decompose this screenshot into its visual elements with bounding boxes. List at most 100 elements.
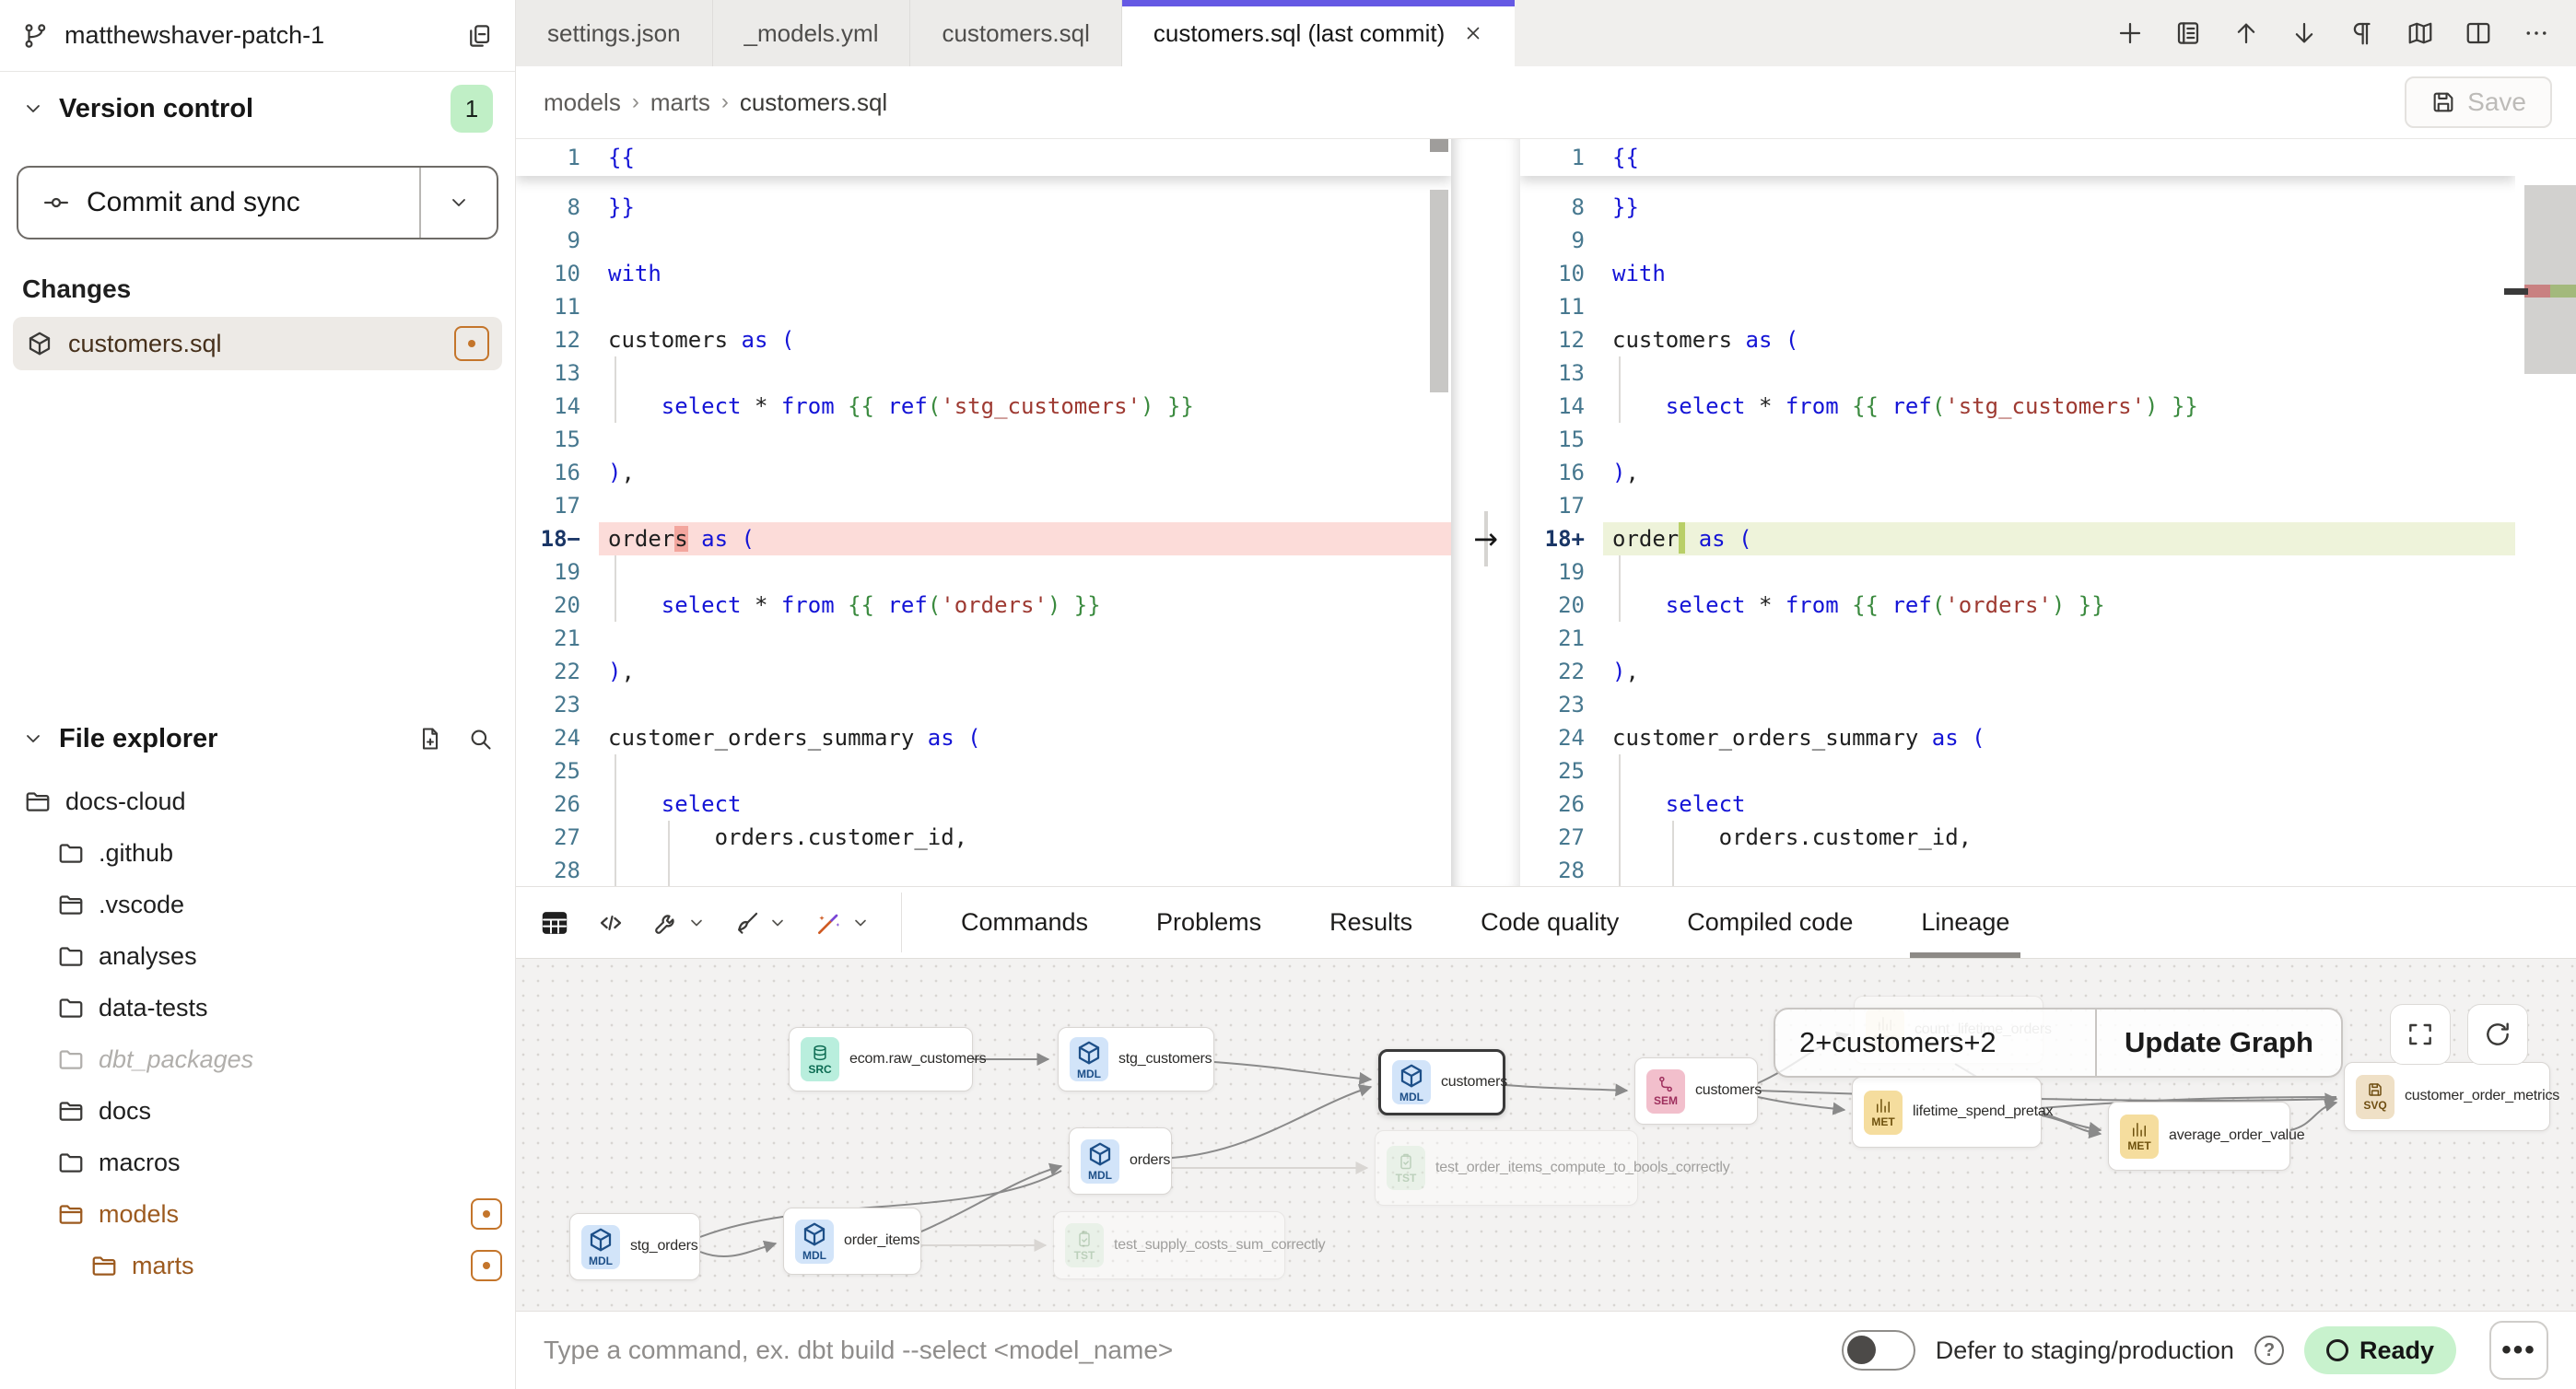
ellipsis-icon[interactable] (2523, 19, 2550, 47)
outline-icon[interactable] (2174, 19, 2202, 47)
breadcrumb-part[interactable]: customers.sql (740, 88, 887, 117)
code-line[interactable]: 13 (516, 356, 1451, 390)
code-line[interactable]: 16), (1520, 456, 2515, 489)
chevron-down-icon[interactable] (687, 914, 706, 932)
panel-tab-lineage[interactable]: Lineage (1915, 887, 2015, 958)
code-line[interactable]: 8}} (516, 191, 1451, 224)
panel-tab-compiled-code[interactable]: Compiled code (1681, 887, 1858, 958)
status-badge[interactable]: Ready (2304, 1326, 2456, 1374)
code-line[interactable]: 8}} (1520, 191, 2515, 224)
close-icon[interactable] (1463, 23, 1483, 43)
code-line[interactable]: 26 select (516, 788, 1451, 821)
lineage-selector-input[interactable]: 2+customers+2 (1775, 1026, 2095, 1059)
code-line[interactable]: 23 (516, 688, 1451, 721)
code-line[interactable]: 11 (516, 290, 1451, 323)
file-explorer-header[interactable]: File explorer (0, 713, 515, 765)
code-line[interactable]: 27 orders.customer_id, (1520, 821, 2515, 854)
dbt-copilot-icon[interactable] (814, 908, 844, 938)
code-line[interactable]: 14 select * from {{ ref('stg_customers')… (1520, 390, 2515, 423)
diff-overview-ruler[interactable] (2515, 139, 2576, 886)
lineage-node-lifetime_spend_pretax[interactable]: METlifetime_spend_pretax (1852, 1077, 2042, 1148)
code-line[interactable]: 12customers as ( (516, 323, 1451, 356)
command-input[interactable]: Type a command, ex. dbt build --select <… (544, 1336, 1173, 1365)
lineage-node-stg_orders[interactable]: MDLstg_orders (569, 1213, 700, 1280)
panel-tab-results[interactable]: Results (1324, 887, 1418, 958)
new-file-icon[interactable] (417, 726, 443, 752)
lineage-node-test_order_items_compute_to_bools_correctly[interactable]: TSTtest_order_items_compute_to_bools_cor… (1375, 1130, 1638, 1206)
sidebar-item-analyses[interactable]: analyses (0, 930, 515, 982)
arrow-down-icon[interactable] (2290, 19, 2318, 47)
lineage-node-orders[interactable]: MDLorders (1069, 1127, 1172, 1195)
pilcrow-icon[interactable] (2348, 19, 2376, 47)
copy-icon[interactable] (465, 22, 493, 50)
code-line[interactable]: 9 (516, 224, 1451, 257)
plus-icon[interactable] (2116, 19, 2144, 47)
format-icon[interactable] (733, 909, 761, 937)
arrow-up-icon[interactable] (2232, 19, 2260, 47)
code-icon[interactable] (597, 909, 625, 937)
chevron-down-icon[interactable] (851, 914, 870, 932)
code-line[interactable]: 23 (1520, 688, 2515, 721)
sidebar-item-docs[interactable]: docs (0, 1085, 515, 1137)
commit-and-sync-main[interactable]: Commit and sync (18, 168, 419, 238)
chevron-down-icon[interactable] (768, 914, 787, 932)
code-line[interactable]: 24customer_orders_summary as ( (1520, 721, 2515, 754)
code-line[interactable]: 13 (1520, 356, 2515, 390)
lineage-node-ecom_raw_customers[interactable]: SRCecom.raw_customers (789, 1027, 973, 1091)
tab--models-yml[interactable]: _models.yml (713, 0, 911, 66)
results-table-icon-group[interactable] (540, 908, 569, 938)
code-line[interactable]: 24customer_orders_summary as ( (516, 721, 1451, 754)
commit-and-sync-button[interactable]: Commit and sync (17, 166, 498, 239)
apply-change-arrow-button[interactable]: → (1451, 522, 1520, 555)
tab-customers-sql[interactable]: customers.sql (910, 0, 1121, 66)
lineage-node-order_items[interactable]: MDLorder_items (783, 1208, 921, 1275)
code-line[interactable]: 15 (516, 423, 1451, 456)
split-editor-icon[interactable] (2465, 19, 2492, 47)
format-icon-group[interactable] (733, 909, 787, 937)
minimap-icon[interactable] (2406, 19, 2434, 47)
code-line[interactable]: 10with (1520, 257, 2515, 290)
help-icon[interactable]: ? (2254, 1336, 2284, 1365)
code-line[interactable]: 22), (1520, 655, 2515, 688)
code-line[interactable]: 28 (516, 854, 1451, 886)
more-options-button[interactable]: ••• (2489, 1321, 2548, 1380)
build-tools-icon-group[interactable] (652, 909, 706, 937)
sidebar-item-data-tests[interactable]: data-tests (0, 982, 515, 1033)
code-line[interactable]: 11 (1520, 290, 2515, 323)
panel-tab-commands[interactable]: Commands (955, 887, 1094, 958)
code-line[interactable]: 20 select * from {{ ref('orders') }} (516, 589, 1451, 622)
code-line[interactable]: 12customers as ( (1520, 323, 2515, 356)
lineage-node-test_supply_costs_sum_correctly[interactable]: TSTtest_supply_costs_sum_correctly (1053, 1211, 1285, 1279)
code-line[interactable]: 1{{ (516, 139, 1451, 176)
panel-tab-code-quality[interactable]: Code quality (1475, 887, 1624, 958)
changed-file-row[interactable]: customers.sql (13, 317, 502, 370)
tab-customers-sql-last-commit-[interactable]: customers.sql (last commit) (1122, 0, 1515, 66)
code-line[interactable]: 21 (1520, 622, 2515, 655)
sidebar-item--github[interactable]: .github (0, 827, 515, 879)
code-line[interactable]: 25 (516, 754, 1451, 788)
code-line[interactable]: 1{{ (1520, 139, 2515, 176)
sidebar-item-macros[interactable]: macros (0, 1137, 515, 1188)
defer-toggle[interactable] (1842, 1330, 1915, 1371)
lineage-node-stg_customers[interactable]: MDLstg_customers (1058, 1027, 1214, 1091)
editor-scrollbar[interactable] (1430, 139, 1448, 886)
refresh-graph-button[interactable] (2467, 1004, 2528, 1065)
lineage-canvas[interactable]: 2+customers+2 Update Graph SRCecom.raw_c… (516, 958, 2576, 1311)
code-line[interactable]: 16), (516, 456, 1451, 489)
lineage-node-average_order_value[interactable]: METaverage_order_value (2108, 1102, 2290, 1171)
code-line[interactable]: 14 select * from {{ ref('stg_customers')… (516, 390, 1451, 423)
sidebar-item--vscode[interactable]: .vscode (0, 879, 515, 930)
code-line[interactable]: 25 (1520, 754, 2515, 788)
results-table-icon[interactable] (540, 908, 569, 938)
code-line[interactable]: 15 (1520, 423, 2515, 456)
commit-options-dropdown[interactable] (421, 168, 497, 238)
breadcrumb-part[interactable]: marts (650, 88, 710, 117)
sidebar-item-models[interactable]: models (0, 1188, 515, 1240)
code-icon-group[interactable] (597, 909, 625, 937)
version-control-header[interactable]: Version control 1 (0, 83, 515, 134)
sidebar-item-dbt-packages[interactable]: dbt_packages (0, 1033, 515, 1085)
code-line[interactable]: 17 (1520, 489, 2515, 522)
code-line[interactable]: 22), (516, 655, 1451, 688)
update-graph-button[interactable]: Update Graph (2097, 1010, 2341, 1076)
code-line[interactable]: 10with (516, 257, 1451, 290)
